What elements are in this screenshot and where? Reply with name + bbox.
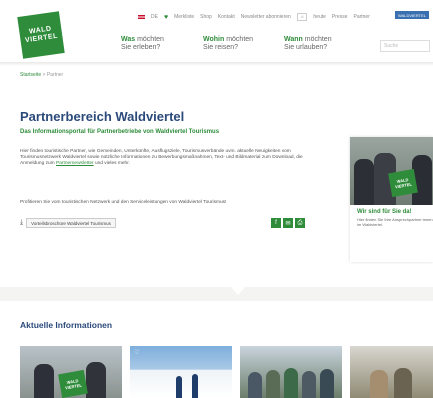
header-shadow: [0, 62, 433, 66]
shop-link[interactable]: Shop: [200, 14, 212, 20]
breadcrumb-current: Partner: [46, 72, 64, 78]
partner-link[interactable]: Partner: [353, 14, 369, 20]
waldviertel-logo[interactable]: WALD VIERTEL: [17, 11, 65, 59]
nav-wohin-rest: möchten: [224, 36, 254, 43]
person-figure: [248, 372, 262, 398]
card-text: Hier finden Sie Ihre Ansprechpartner:inn…: [357, 217, 433, 227]
email-icon[interactable]: ✉: [283, 218, 293, 228]
kontakt-link[interactable]: Kontakt: [218, 14, 235, 20]
breadcrumb-home[interactable]: Startseite: [20, 72, 41, 78]
facebook-icon[interactable]: f: [271, 218, 281, 228]
person-figure: [302, 371, 316, 398]
person-figure: [266, 370, 280, 398]
waldviertel-sign: WALD VIERTEL: [58, 369, 88, 398]
header: WALD VIERTEL DE ♥ Merkliste Shop Kontakt…: [0, 0, 433, 62]
news-tile[interactable]: WALD VIERTEL: [20, 346, 122, 398]
weather-label: heute: [313, 14, 326, 20]
download-row: ⤓ Vorteilsbroschüre Waldviertel Tourismu…: [20, 218, 116, 228]
nav-wann-bold: Wann: [284, 36, 303, 43]
heart-icon[interactable]: ♡: [134, 349, 139, 356]
waldviertel-sign: WALD VIERTEL: [388, 168, 418, 198]
heart-icon[interactable]: ♥: [164, 14, 168, 21]
news-heading: Aktuelle Informationen: [20, 320, 113, 330]
news-tiles: WALD VIERTEL ♡: [20, 346, 433, 398]
weather-widget[interactable]: ☼: [296, 13, 308, 21]
newsletter-link[interactable]: Newsletter abonnieren: [241, 14, 291, 20]
newsletter-inline-link[interactable]: Partnernewsletter: [56, 161, 94, 166]
nav-wohin[interactable]: Wohin möchten Sie reisen?: [203, 36, 253, 52]
print-icon[interactable]: ⎙: [295, 218, 305, 228]
person-figure: [86, 362, 106, 398]
skier-figure: [176, 376, 182, 398]
person-figure: [394, 368, 412, 398]
austria-flag-icon[interactable]: [138, 15, 145, 19]
language-switch[interactable]: DE: [151, 14, 158, 20]
share-buttons: f ✉ ⎙: [271, 218, 305, 228]
breadcrumb: Startseite > Partner: [20, 72, 63, 78]
intro-text-end: und vieles mehr.: [94, 161, 130, 167]
benefit-paragraph: Profitieren Sie vom touristischen Netzwe…: [20, 200, 227, 205]
section-divider: [0, 287, 433, 301]
news-tile[interactable]: ♡: [130, 346, 232, 398]
download-icon: ⤓: [20, 219, 24, 226]
download-button[interactable]: Vorteilsbroschüre Waldviertel Tourismus: [26, 218, 116, 228]
divider-notch: [231, 287, 245, 295]
nav-wann-line2: Sie urlauben?: [284, 44, 328, 51]
skier-figure: [192, 374, 198, 398]
nav-was-line2: Sie erleben?: [121, 44, 161, 51]
nav-was-rest: möchten: [135, 36, 164, 43]
nav-wohin-line2: Sie reisen?: [203, 44, 239, 51]
intro-paragraph: Hier finden touristische Partner, wie Ge…: [20, 149, 315, 168]
contact-card[interactable]: WALD VIERTEL Wir sind für Sie da! Hier fi…: [350, 137, 433, 262]
top-bar-button[interactable]: WALDVIERTEL: [395, 11, 429, 19]
nav-was-bold: Was: [121, 36, 136, 43]
page: WALD VIERTEL DE ♥ Merkliste Shop Kontakt…: [0, 0, 433, 398]
presse-link[interactable]: Presse: [332, 14, 348, 20]
person-figure: [320, 369, 334, 398]
nav-wann-rest: möchten: [302, 36, 332, 43]
page-subtitle: Das Informationsportal für Partnerbetrie…: [20, 129, 220, 135]
news-tile[interactable]: [350, 346, 433, 398]
card-title: Wir sind für Sie da!: [357, 209, 412, 215]
breadcrumb-sep: >: [42, 72, 46, 78]
top-bar: DE ♥ Merkliste Shop Kontakt Newsletter a…: [138, 12, 370, 22]
search-input[interactable]: Suche: [380, 40, 430, 52]
news-tile[interactable]: [240, 346, 342, 398]
person-figure: [34, 364, 54, 398]
page-title: Partnerbereich Waldviertel: [20, 109, 185, 124]
nav-was[interactable]: Was möchten Sie erleben?: [121, 36, 164, 52]
person-figure: [370, 370, 388, 398]
nav-wohin-bold: Wohin: [203, 36, 225, 43]
team-photo: WALD VIERTEL: [350, 137, 433, 205]
merkliste-link[interactable]: Merkliste: [174, 14, 194, 20]
nav-wann[interactable]: Wann möchten Sie urlauben?: [284, 36, 332, 52]
person-figure: [354, 159, 374, 205]
person-figure: [284, 368, 298, 398]
